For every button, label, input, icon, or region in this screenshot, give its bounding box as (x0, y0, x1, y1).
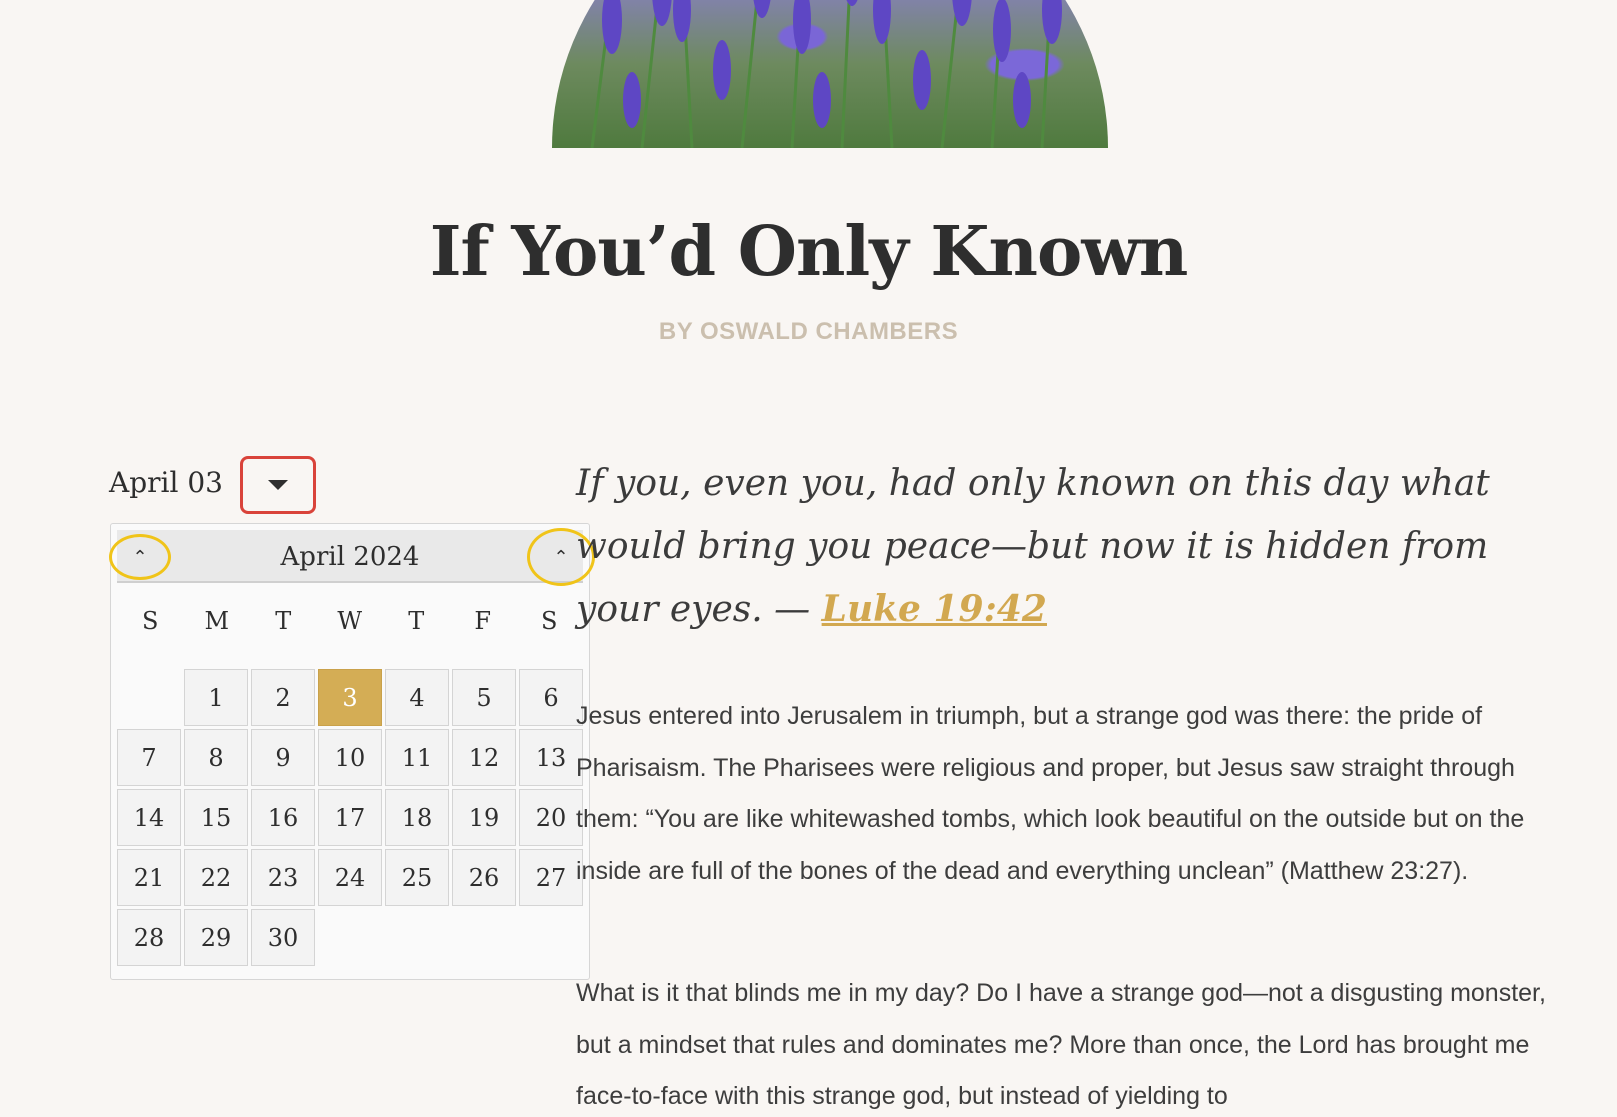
page-title: If You’d Only Known (429, 212, 1189, 292)
calendar-day[interactable]: 13 (519, 729, 583, 786)
scripture-quote: If you, even you, had only known on this… (576, 452, 1496, 641)
current-date-label: April 03 (109, 466, 223, 499)
calendar-day[interactable]: 11 (385, 729, 449, 786)
calendar-day[interactable]: 2 (251, 669, 315, 726)
calendar-day-selected[interactable]: 3 (318, 669, 382, 726)
calendar-day[interactable]: 29 (184, 909, 248, 966)
calendar-day[interactable]: 23 (251, 849, 315, 906)
calendar-empty-cell (117, 669, 181, 726)
hero-image (552, 0, 1108, 148)
calendar-day[interactable]: 20 (519, 789, 583, 846)
calendar-day[interactable]: 12 (452, 729, 516, 786)
calendar-month-title: April 2024 (280, 542, 420, 572)
weekday-label: F (474, 607, 492, 635)
calendar-day[interactable]: 19 (452, 789, 516, 846)
calendar-day[interactable]: 18 (385, 789, 449, 846)
calendar-day[interactable]: 25 (385, 849, 449, 906)
calendar-day[interactable]: 28 (117, 909, 181, 966)
date-dropdown-toggle[interactable] (240, 456, 316, 514)
calendar-day[interactable]: 8 (184, 729, 248, 786)
calendar-day[interactable]: 24 (318, 849, 382, 906)
calendar-day[interactable]: 4 (385, 669, 449, 726)
weekday-label: M (204, 607, 230, 635)
calendar-day[interactable]: 26 (452, 849, 516, 906)
body-paragraph: Jesus entered into Jerusalem in triumph,… (576, 702, 1525, 885)
calendar-day[interactable]: 21 (117, 849, 181, 906)
calendar-day[interactable]: 10 (318, 729, 382, 786)
calendar-day[interactable]: 17 (318, 789, 382, 846)
calendar-day[interactable]: 15 (184, 789, 248, 846)
date-picker-calendar: ⌃ April 2024 ⌃ SMTWTFS 1 2 3 4 5 6 7 8 9 10 11 12 13… (109, 523, 595, 980)
author-byline: BY OSWALD CHAMBERS (658, 318, 959, 345)
calendar-day[interactable]: 5 (452, 669, 516, 726)
calendar-day[interactable]: 6 (519, 669, 583, 726)
lavender-illustration (590, 0, 1062, 148)
calendar-day[interactable]: 22 (184, 849, 248, 906)
calendar-header: ⌃ April 2024 ⌃ (109, 528, 595, 586)
calendar-day[interactable]: 7 (117, 729, 181, 786)
scripture-reference-link[interactable]: Luke 19:42 (822, 588, 1047, 630)
calendar-day[interactable]: 30 (251, 909, 315, 966)
calendar-day-grid: 1 2 3 4 5 6 7 8 9 10 11 12 13 14 15 16 17 18 19 20 21 22 23 24 2… (117, 669, 583, 966)
chevron-up-icon: ⌃ (553, 546, 569, 567)
weekday-label: T (408, 607, 425, 635)
weekday-label: S (142, 607, 159, 635)
calendar-day[interactable]: 16 (251, 789, 315, 846)
body-paragraph: What is it that blinds me in my day? Do … (576, 979, 1546, 1110)
calendar-day[interactable]: 14 (117, 789, 181, 846)
weekday-label: W (337, 607, 363, 635)
calendar-day[interactable]: 9 (251, 729, 315, 786)
weekday-label: T (275, 607, 292, 635)
calendar-day[interactable]: 1 (184, 669, 248, 726)
calendar-day[interactable]: 27 (519, 849, 583, 906)
weekday-header-row: SMTWTFS (117, 596, 583, 646)
weekday-label: S (541, 607, 558, 635)
caret-down-icon (268, 480, 288, 490)
